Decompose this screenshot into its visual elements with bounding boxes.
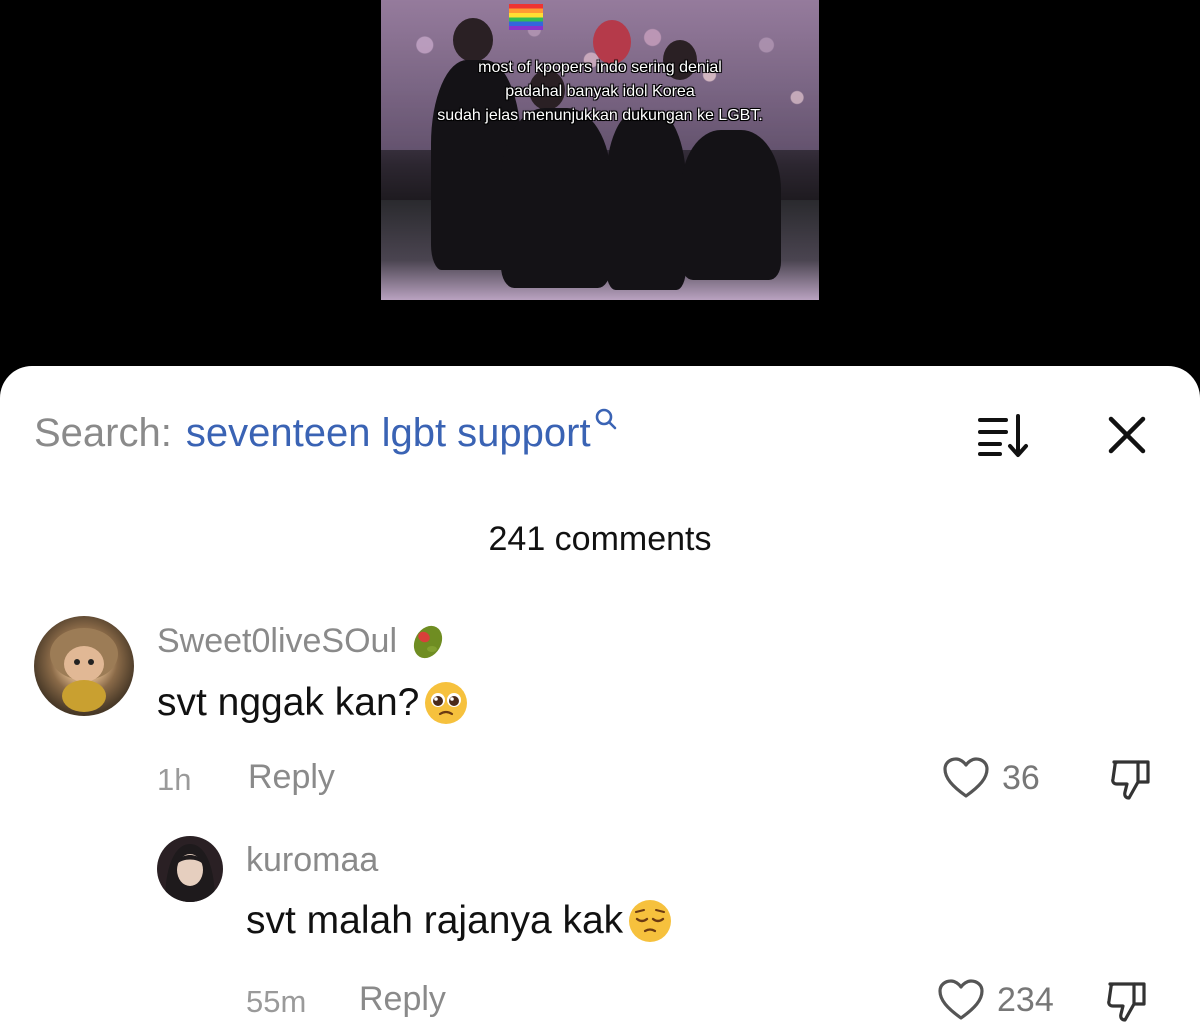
dislike-icon[interactable] bbox=[1104, 978, 1150, 1024]
close-icon[interactable] bbox=[1104, 412, 1150, 458]
like-button[interactable]: 36 bbox=[942, 756, 1040, 800]
search-prefix: Search: bbox=[34, 410, 172, 455]
search-icon bbox=[595, 408, 616, 430]
reply-button[interactable]: Reply bbox=[359, 980, 446, 1019]
performer-figure bbox=[681, 130, 781, 280]
comment-username[interactable]: kuromaa bbox=[246, 841, 378, 880]
search-suggestion[interactable]: Search: seventeen lgbt support bbox=[34, 408, 619, 456]
heart-icon bbox=[938, 979, 984, 1020]
video-caption: most of kpopers indo sering denial padah… bbox=[381, 56, 819, 128]
comment-body: svt nggak kan? bbox=[157, 681, 420, 724]
search-query-link[interactable]: seventeen lgbt support bbox=[186, 411, 591, 456]
pensive-face-icon bbox=[629, 900, 672, 942]
sort-icon[interactable] bbox=[976, 412, 1032, 458]
like-count: 234 bbox=[997, 980, 1054, 1019]
like-button[interactable]: 234 bbox=[937, 978, 1054, 1022]
comments-sheet: Search: seventeen lgbt support 241 comme… bbox=[0, 366, 1200, 1027]
avatar-illustration bbox=[50, 628, 118, 712]
video-thumbnail[interactable]: most of kpopers indo sering denial padah… bbox=[381, 0, 819, 300]
comment-body: svt malah rajanya kak bbox=[246, 899, 624, 942]
comment-count: 241 comments bbox=[488, 520, 712, 558]
performer-figure bbox=[606, 110, 686, 290]
caption-line: most of kpopers indo sering denial bbox=[478, 59, 722, 76]
comment-text: svt malah rajanya kak bbox=[246, 898, 673, 944]
video-area[interactable]: most of kpopers indo sering denial padah… bbox=[0, 0, 1200, 380]
comment-text: svt nggak kan? bbox=[157, 680, 469, 726]
avatar[interactable] bbox=[34, 616, 134, 716]
performer-figure bbox=[501, 108, 611, 288]
dislike-icon[interactable] bbox=[1108, 756, 1154, 802]
comment-time: 55m bbox=[246, 984, 307, 1019]
heart-icon bbox=[943, 757, 989, 798]
caption-line: padahal banyak idol Korea bbox=[505, 83, 695, 100]
pleading-face-icon bbox=[425, 682, 468, 724]
rainbow-flag-image bbox=[509, 4, 543, 30]
olive-icon bbox=[413, 625, 443, 659]
avatar-photo bbox=[165, 844, 215, 902]
comment-username[interactable]: Sweet0liveSOul bbox=[157, 620, 449, 662]
caption-line: sudah jelas menunjukkan dukungan ke LGBT… bbox=[437, 107, 763, 124]
avatar[interactable] bbox=[157, 836, 223, 902]
comment-time: 1h bbox=[157, 762, 192, 797]
username-text: Sweet0liveSOul bbox=[157, 621, 398, 660]
reply-button[interactable]: Reply bbox=[248, 758, 335, 797]
like-count: 36 bbox=[1002, 758, 1040, 797]
